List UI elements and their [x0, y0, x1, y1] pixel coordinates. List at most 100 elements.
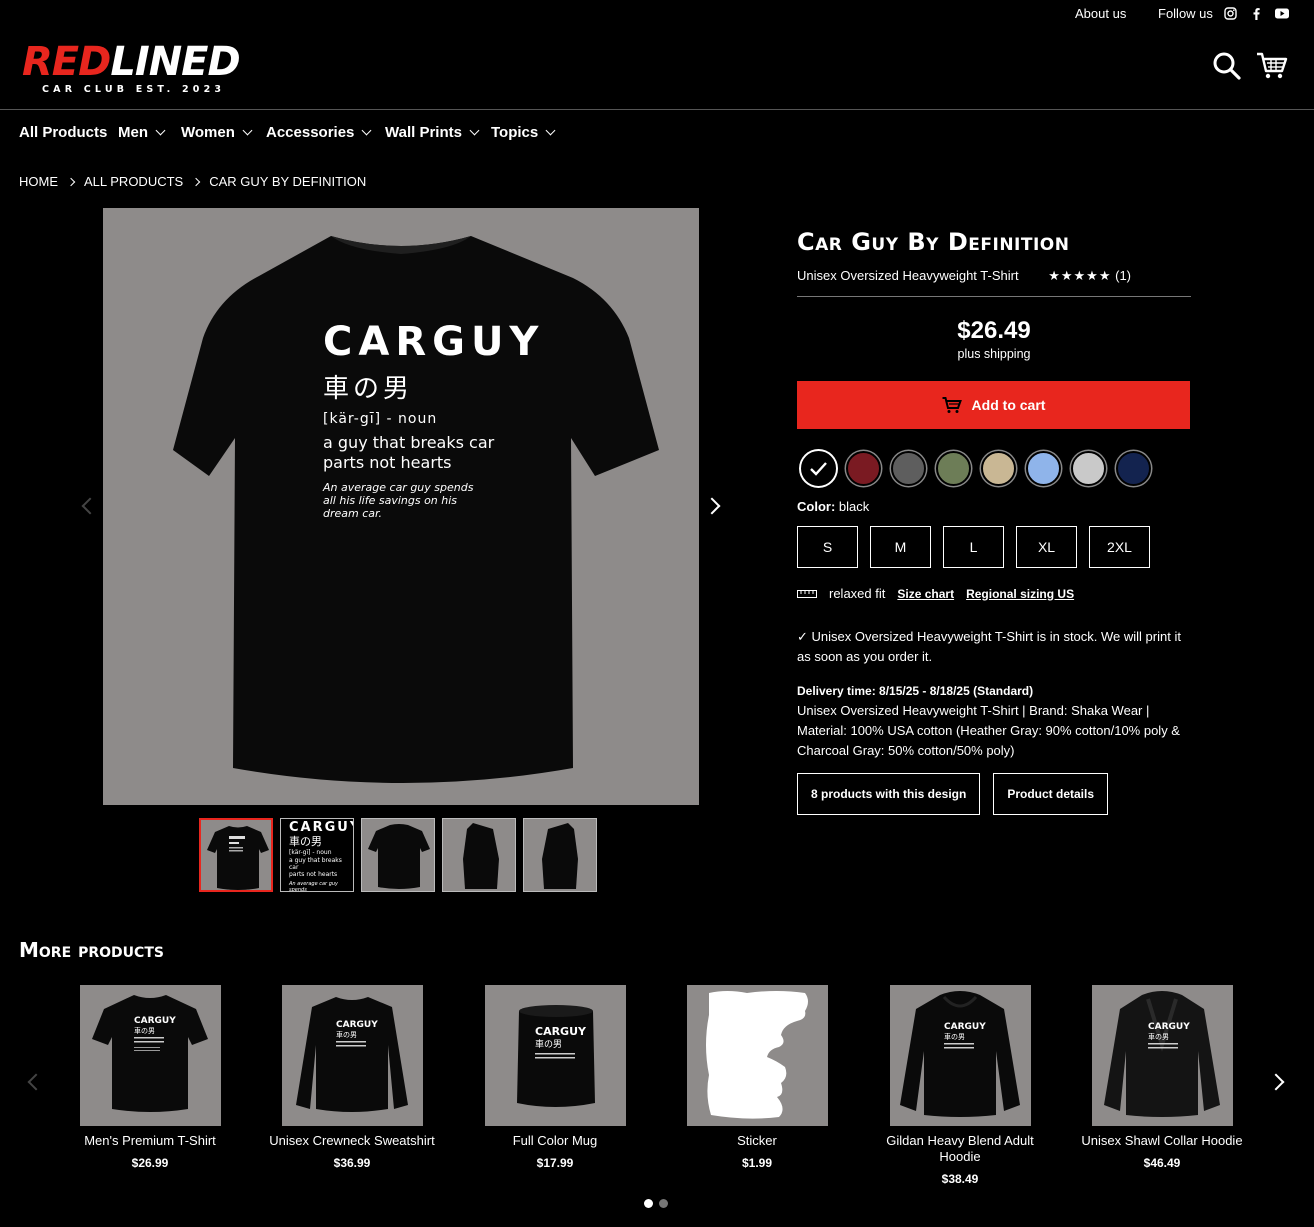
product-card[interactable]: CARGUY 車の男 Unisex Crewneck Sweatshirt $36… — [262, 985, 442, 1170]
instagram-icon[interactable] — [1223, 6, 1237, 20]
product-title: Car Guy By Definition — [797, 228, 1070, 256]
regional-sizing-link[interactable]: Regional sizing US — [966, 587, 1074, 601]
prev-image-arrow[interactable] — [81, 497, 99, 515]
product-info: Car Guy By Definition Unisex Oversized H… — [797, 228, 1191, 815]
carousel-pagination — [644, 1199, 668, 1208]
top-bar: About us Follow us — [0, 0, 1314, 28]
product-card-image[interactable]: CARGUY 車の男 — [281, 985, 423, 1126]
more-products-title: More products — [19, 938, 164, 962]
add-to-cart-button[interactable]: Add to cart — [797, 381, 1190, 429]
nav-wall-prints[interactable]: Wall Prints — [385, 124, 480, 141]
print-phonetic: [kär-gī] - noun — [323, 411, 438, 427]
cart-icon[interactable] — [1256, 50, 1288, 82]
carousel-dot[interactable] — [644, 1199, 653, 1208]
size-s[interactable]: S — [797, 526, 858, 568]
nav-topics[interactable]: Topics — [491, 124, 556, 141]
redlined-logo[interactable]: REDLINED CAR CLUB EST. 2023 — [22, 42, 264, 98]
thumbnail-side-right[interactable] — [523, 818, 597, 892]
nav-men[interactable]: Men — [118, 124, 166, 141]
product-main-image[interactable]: CARGUY 車の男 [kär-gī] - noun a guy that br… — [103, 208, 699, 805]
ruler-icon — [797, 589, 817, 598]
swatch-navy[interactable] — [1116, 451, 1151, 486]
product-card[interactable]: CARGUY 車の男 Gildan Heavy Blend Adult Hoodi… — [870, 985, 1050, 1186]
product-card-image[interactable] — [686, 985, 828, 1126]
rating[interactable]: ★★★★★ (1) — [1048, 268, 1131, 284]
breadcrumb-current: CAR GUY BY DEFINITION — [209, 174, 367, 189]
breadcrumb-home[interactable]: HOME — [19, 174, 58, 189]
product-card-image[interactable]: CARGUY 車の男 — [1091, 985, 1233, 1126]
check-icon — [810, 462, 827, 476]
chevron-down-icon — [155, 125, 166, 136]
product-card-name[interactable]: Unisex Shawl Collar Hoodie — [1072, 1133, 1252, 1149]
breadcrumb: HOME ALL PRODUCTS CAR GUY BY DEFINITION — [19, 174, 366, 189]
shipping-note: plus shipping — [957, 347, 1031, 361]
carousel-dot[interactable] — [659, 1199, 668, 1208]
swatch-charcoal[interactable] — [891, 451, 926, 486]
product-card-image[interactable]: CARGUY 車の男 — [79, 985, 221, 1126]
product-card[interactable]: CARGUY 車の男 Full Color Mug $17.99 — [465, 985, 645, 1170]
check-icon: ✓ — [797, 629, 808, 644]
svg-text:CARGUY: CARGUY — [1148, 1022, 1190, 1032]
swatch-black[interactable] — [801, 451, 836, 486]
size-l[interactable]: L — [943, 526, 1004, 568]
product-card[interactable]: CARGUY 車の男 Men's Premium T-Shirt $26.99 — [60, 985, 240, 1170]
swatch-light-blue[interactable] — [1026, 451, 1061, 486]
product-subtitle: Unisex Oversized Heavyweight T-Shirt — [797, 268, 1019, 283]
search-icon[interactable] — [1211, 50, 1243, 82]
nav-accessories[interactable]: Accessories — [266, 124, 372, 141]
size-2xl[interactable]: 2XL — [1089, 526, 1150, 568]
size-m[interactable]: M — [870, 526, 931, 568]
product-details-button[interactable]: Product details — [993, 773, 1109, 815]
next-image-arrow[interactable] — [703, 497, 721, 515]
product-card-image[interactable]: CARGUY 車の男 — [484, 985, 626, 1126]
swatch-burgundy[interactable] — [846, 451, 881, 486]
product-card-name[interactable]: Unisex Crewneck Sweatshirt — [262, 1133, 442, 1149]
size-xl[interactable]: XL — [1016, 526, 1077, 568]
product-card[interactable]: Sticker $1.99 — [667, 985, 847, 1170]
product-card-name[interactable]: Full Color Mug — [465, 1133, 645, 1149]
print-note: all his life savings on his — [323, 494, 458, 507]
youtube-icon[interactable] — [1275, 6, 1289, 20]
facebook-icon[interactable] — [1249, 6, 1263, 20]
product-card[interactable]: CARGUY 車の男 Unisex Shawl Collar Hoodie $46… — [1072, 985, 1252, 1170]
svg-text:CARGUY: CARGUY — [134, 1016, 176, 1026]
swatch-olive[interactable] — [936, 451, 971, 486]
thumbnail-strip: CARGUY 車の男 [kär-gī] - noun a guy that br… — [199, 818, 597, 892]
chevron-down-icon — [545, 125, 556, 136]
shirt-print: CARGUY 車の男 [kär-gī] - noun a guy that br… — [323, 319, 545, 520]
product-card-name[interactable]: Gildan Heavy Blend Adult Hoodie — [870, 1133, 1050, 1165]
delivery-info: Delivery time: 8/15/25 - 8/18/25 (Standa… — [797, 681, 1191, 761]
thumbnail-front[interactable] — [199, 818, 273, 892]
color-swatches — [797, 451, 1191, 486]
thumbnail-design[interactable]: CARGUY 車の男 [kär-gī] - noun a guy that br… — [280, 818, 354, 892]
carousel-next-arrow[interactable] — [1267, 1073, 1285, 1091]
chevron-down-icon — [469, 125, 480, 136]
product-card-name[interactable]: Sticker — [667, 1133, 847, 1149]
nav-all-products[interactable]: All Products — [19, 124, 107, 141]
breadcrumb-all-products[interactable]: ALL PRODUCTS — [84, 174, 183, 189]
thumbnail-side-left[interactable] — [442, 818, 516, 892]
carousel-prev-arrow[interactable] — [27, 1073, 45, 1091]
color-label: Color: black — [797, 499, 870, 514]
print-definition: a guy that breaks car — [323, 433, 495, 452]
product-card-price: $38.49 — [941, 1172, 979, 1186]
chevron-right-icon — [66, 177, 76, 186]
svg-text:車の男: 車の男 — [944, 1032, 965, 1041]
products-with-design-button[interactable]: 8 products with this design — [797, 773, 981, 815]
product-card-name[interactable]: Men's Premium T-Shirt — [60, 1133, 240, 1149]
size-chart-link[interactable]: Size chart — [897, 587, 954, 601]
thumbnail-back[interactable] — [361, 818, 435, 892]
product-card-price: $36.99 — [333, 1156, 371, 1170]
about-us-link[interactable]: About us — [1075, 6, 1126, 21]
svg-text:CARGUY: CARGUY — [535, 1025, 587, 1038]
product-card-image[interactable]: CARGUY 車の男 — [889, 985, 1031, 1126]
swatch-heather-gray[interactable] — [1071, 451, 1106, 486]
cart-icon — [942, 397, 962, 413]
swatch-sand[interactable] — [981, 451, 1016, 486]
nav-women[interactable]: Women — [181, 124, 253, 141]
chevron-down-icon — [361, 125, 372, 136]
follow-us-label: Follow us — [1158, 6, 1213, 21]
print-definition: parts not hearts — [323, 453, 452, 472]
print-word: CARGUY — [323, 319, 545, 365]
product-card-price: $46.49 — [1143, 1156, 1181, 1170]
